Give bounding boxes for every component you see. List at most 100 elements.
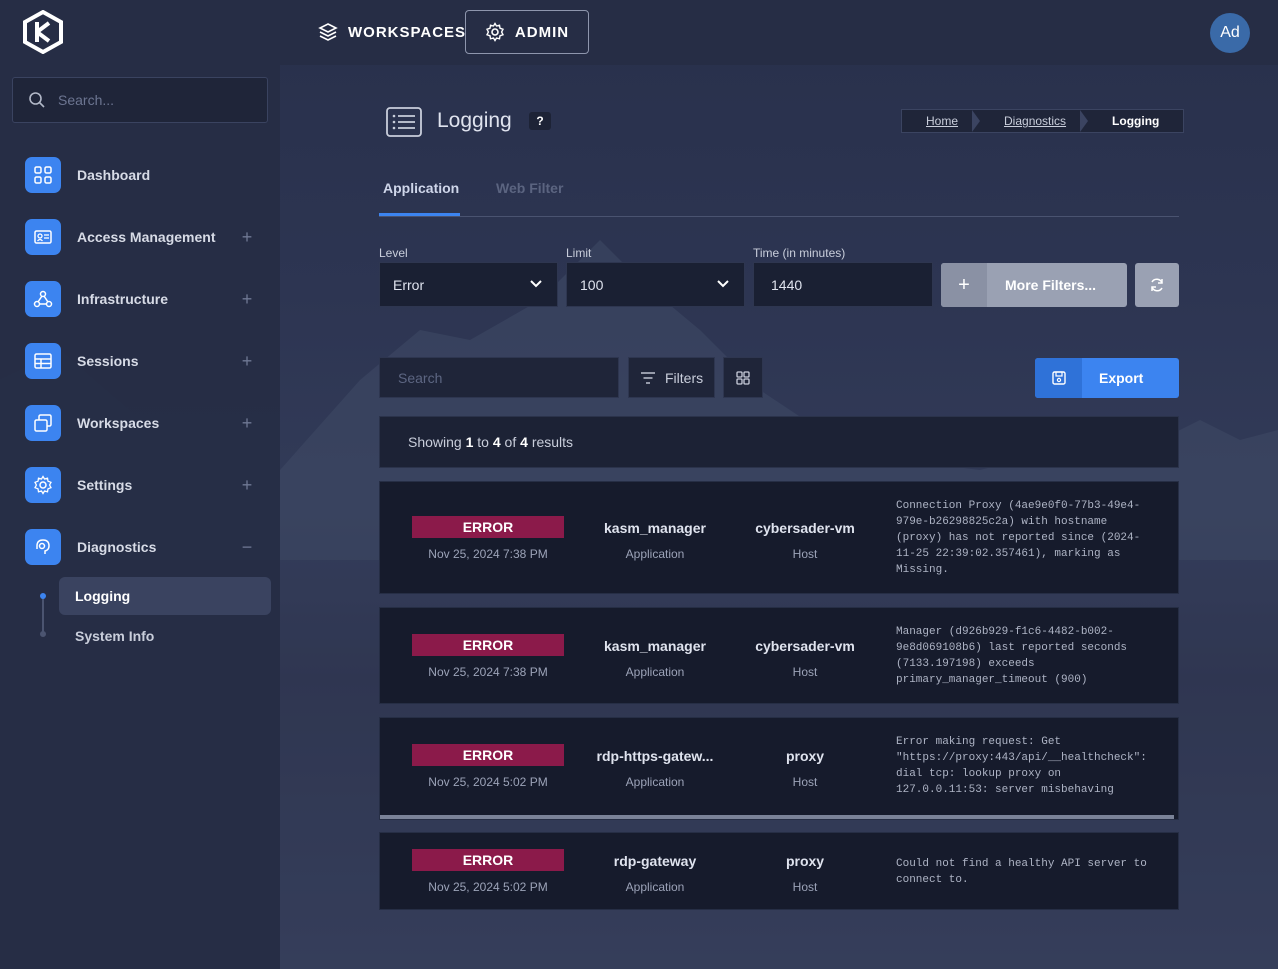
sidebar-subitem-logging[interactable]: Logging	[59, 577, 271, 615]
expand-plus-icon[interactable]: +	[237, 289, 257, 310]
grid-view-button[interactable]	[723, 357, 763, 398]
log-host: cybersader-vm	[755, 520, 855, 536]
export-label: Export	[1099, 370, 1144, 386]
user-avatar[interactable]: Ad	[1210, 13, 1250, 53]
log-source: rdp-gateway	[613, 853, 697, 869]
breadcrumb-logging: Logging	[1112, 114, 1160, 128]
log-row[interactable]: ERROR Nov 25, 2024 7:38 PM kasm_manager …	[379, 481, 1179, 594]
log-row[interactable]: ERROR Nov 25, 2024 5:02 PM rdp-gateway A…	[379, 832, 1179, 910]
sidebar-item-dashboard[interactable]: Dashboard	[25, 156, 265, 194]
refresh-button[interactable]	[1135, 263, 1179, 307]
gear-icon	[485, 22, 504, 42]
log-source-type: Application	[625, 775, 685, 789]
results-prefix: Showing	[408, 434, 462, 450]
error-badge: ERROR	[412, 744, 564, 766]
expand-plus-icon[interactable]: +	[237, 227, 257, 248]
results-of-word: of	[504, 434, 517, 450]
log-row[interactable]: ERROR Nov 25, 2024 7:38 PM kasm_manager …	[379, 607, 1179, 704]
breadcrumb-separator	[1080, 110, 1089, 132]
sidebar-item-diagnostics[interactable]: Diagnostics −	[25, 528, 265, 566]
collapse-minus-icon[interactable]: −	[237, 537, 257, 558]
sidebar-item-settings[interactable]: Settings +	[25, 466, 265, 504]
sidebar	[0, 65, 280, 969]
log-row[interactable]: ERROR Nov 25, 2024 5:02 PM rdp-https-gat…	[379, 717, 1179, 820]
breadcrumb-diagnostics[interactable]: Diagnostics	[980, 110, 1080, 132]
filters-label: Filters	[665, 369, 704, 386]
log-date: Nov 25, 2024 5:02 PM	[428, 880, 548, 894]
sidebar-item-label: Sessions	[77, 353, 139, 369]
tab-web-filter[interactable]: Web Filter	[496, 180, 563, 196]
submenu-line	[42, 594, 44, 634]
stethoscope-icon	[25, 529, 61, 565]
chevron-down-icon	[530, 280, 542, 288]
log-message: Manager (d926b929-f1c6-4482-b002-9e8d069…	[896, 626, 1128, 686]
log-search[interactable]	[379, 357, 619, 398]
time-value: 1440	[771, 276, 803, 293]
filters-button[interactable]: Filters	[628, 357, 715, 398]
level-select[interactable]: Error	[379, 262, 558, 307]
expand-plus-icon[interactable]: +	[237, 475, 257, 496]
log-search-input[interactable]	[396, 368, 600, 387]
workspaces-nav-button[interactable]: WORKSPACES	[314, 10, 470, 54]
table-icon	[25, 343, 61, 379]
log-host-type: Host	[792, 880, 818, 894]
admin-nav-button[interactable]: ADMIN	[465, 10, 589, 54]
log-date: Nov 25, 2024 7:38 PM	[428, 665, 548, 679]
sidebar-search-input[interactable]	[56, 91, 250, 109]
sidebar-item-access-management[interactable]: Access Management +	[25, 218, 265, 256]
kasm-logo-icon[interactable]	[22, 9, 64, 55]
limit-label: Limit	[566, 246, 592, 260]
page-title: Logging	[437, 109, 512, 132]
more-filters-label: More Filters...	[1005, 277, 1097, 293]
results-suffix: results	[531, 434, 574, 450]
export-button[interactable]: Export	[1035, 358, 1179, 398]
save-disk-icon	[1035, 358, 1082, 398]
log-source-type: Application	[625, 880, 685, 894]
log-date: Nov 25, 2024 5:02 PM	[428, 775, 548, 789]
search-icon	[29, 92, 45, 108]
sidebar-item-workspaces[interactable]: Workspaces +	[25, 404, 265, 442]
log-host-type: Host	[792, 547, 818, 561]
sidebar-item-sessions[interactable]: Sessions +	[25, 342, 265, 380]
level-label: Level	[379, 246, 408, 260]
expand-plus-icon[interactable]: +	[237, 413, 257, 434]
submenu-dot	[40, 631, 46, 637]
grid-icon	[736, 370, 750, 385]
breadcrumb-separator	[972, 110, 981, 132]
sidebar-subitem-system-info[interactable]: System Info	[59, 617, 271, 655]
log-source: kasm_manager	[604, 520, 706, 536]
error-badge: ERROR	[412, 516, 564, 538]
sidebar-item-label: Settings	[77, 477, 133, 493]
sidebar-item-label: Diagnostics	[77, 539, 157, 555]
time-input[interactable]: 1440	[753, 262, 933, 307]
submenu-dot-active	[40, 593, 46, 599]
level-value: Error	[393, 276, 425, 293]
log-host: proxy	[785, 853, 825, 869]
log-host: cybersader-vm	[755, 638, 855, 654]
log-host-type: Host	[792, 775, 818, 789]
log-date: Nov 25, 2024 7:38 PM	[428, 547, 548, 561]
tab-application[interactable]: Application	[383, 180, 459, 196]
results-total: 4	[520, 434, 528, 450]
sidebar-search[interactable]	[12, 77, 268, 123]
horizontal-scrollbar[interactable]	[380, 815, 1174, 819]
more-filters-button[interactable]: + More Filters...	[941, 263, 1127, 307]
filter-lines-icon	[641, 371, 655, 384]
windows-icon	[25, 405, 61, 441]
log-message: Error making request: Get "https://proxy…	[896, 736, 1147, 796]
refresh-icon	[1151, 278, 1163, 292]
expand-plus-icon[interactable]: +	[237, 351, 257, 372]
sidebar-item-label: Dashboard	[77, 167, 151, 183]
admin-nav-label: ADMIN	[514, 23, 570, 41]
error-badge: ERROR	[412, 634, 564, 656]
dashboard-grid-icon	[25, 157, 61, 193]
workspaces-nav-label: WORKSPACES	[348, 23, 467, 41]
limit-select[interactable]: 100	[566, 262, 745, 307]
gear-icon	[25, 467, 61, 503]
help-button[interactable]: ?	[529, 112, 551, 130]
breadcrumb-home[interactable]: Home	[902, 110, 972, 132]
limit-value: 100	[580, 276, 604, 293]
plus-icon: +	[941, 263, 987, 307]
active-tab-indicator	[379, 213, 460, 216]
sidebar-item-infrastructure[interactable]: Infrastructure +	[25, 280, 265, 318]
